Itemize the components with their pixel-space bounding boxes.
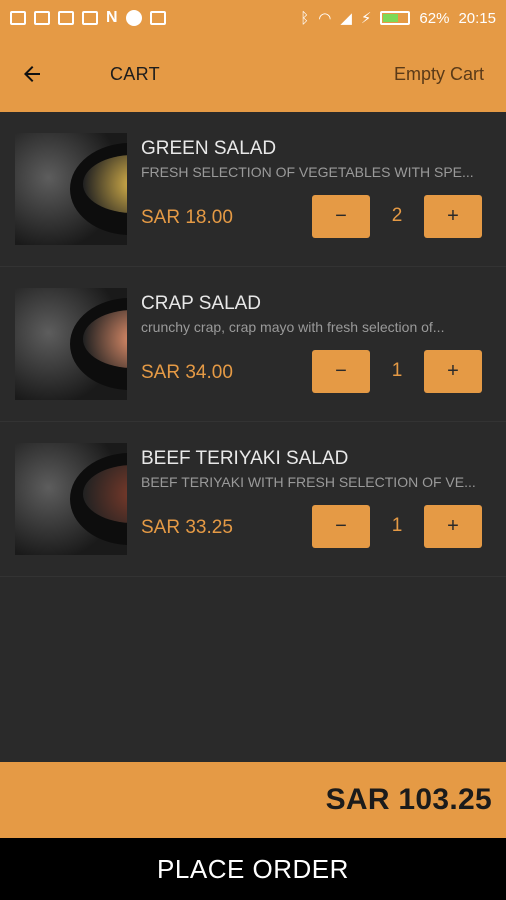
- app-bar: CART Empty Cart: [0, 36, 506, 112]
- battery-percent: 62%: [419, 9, 450, 27]
- signal-icon: ◢: [340, 10, 352, 27]
- increase-quantity-button[interactable]: +: [424, 350, 482, 393]
- arrow-left-icon: [24, 66, 40, 82]
- product-image: [15, 133, 127, 245]
- item-price: SAR 34.00: [141, 362, 233, 383]
- increase-quantity-button[interactable]: +: [424, 195, 482, 238]
- place-order-button[interactable]: PLACE ORDER: [0, 838, 506, 900]
- image-icon: [82, 11, 98, 25]
- cake-icon: [58, 11, 74, 25]
- message-icon: [34, 11, 50, 25]
- decrease-quantity-button[interactable]: −: [312, 505, 370, 548]
- quantity-value: 1: [391, 515, 403, 536]
- decrease-quantity-button[interactable]: −: [312, 350, 370, 393]
- item-price: SAR 33.25: [141, 517, 233, 538]
- notification-icon: [10, 11, 26, 25]
- item-description: FRESH SELECTION OF VEGETABLES WITH SPE..…: [141, 164, 474, 180]
- battery-icon: [380, 11, 411, 25]
- cart-item-green-salad: GREEN SALAD FRESH SELECTION OF VEGETABLE…: [0, 112, 506, 267]
- charging-icon: ⚡: [360, 10, 372, 27]
- page-title: CART: [110, 63, 160, 84]
- status-left-icons: N: [10, 9, 166, 27]
- status-right-icons: ᛒ ◠ ◢ ⚡ 62% 20:15: [300, 9, 496, 28]
- cart-item-list: GREEN SALAD FRESH SELECTION OF VEGETABLE…: [0, 112, 506, 577]
- circle-icon: [125, 10, 142, 26]
- empty-cart-button[interactable]: Empty Cart: [394, 64, 484, 85]
- item-price: SAR 18.00: [141, 207, 233, 228]
- status-bar: N ᛒ ◠ ◢ ⚡ 62% 20:15: [0, 0, 506, 36]
- cart-total-bar: SAR 103.25: [0, 762, 506, 838]
- product-image: [15, 288, 127, 400]
- cart-total: SAR 103.25: [325, 783, 492, 816]
- quantity-value: 1: [391, 360, 403, 381]
- battery-fill: [383, 14, 398, 22]
- clock: 20:15: [458, 9, 496, 27]
- item-name: BEEF TERIYAKI SALAD: [141, 448, 349, 469]
- increase-quantity-button[interactable]: +: [424, 505, 482, 548]
- back-button[interactable]: [0, 36, 64, 112]
- cart-item-beef-teriyaki-salad: BEEF TERIYAKI SALAD BEEF TERIYAKI WITH F…: [0, 422, 506, 577]
- quantity-value: 2: [391, 205, 403, 226]
- item-description: crunchy crap, crap mayo with fresh selec…: [141, 319, 445, 335]
- wifi-icon: ◠: [318, 10, 332, 27]
- product-image: [15, 443, 127, 555]
- item-description: BEEF TERIYAKI WITH FRESH SELECTION OF VE…: [141, 474, 476, 490]
- item-name: CRAP SALAD: [141, 293, 262, 314]
- cart-item-crap-salad: CRAP SALAD crunchy crap, crap mayo with …: [0, 267, 506, 422]
- bluetooth-icon: ᛒ: [300, 9, 310, 27]
- flag-icon: [149, 11, 166, 25]
- decrease-quantity-button[interactable]: −: [312, 195, 370, 238]
- item-name: GREEN SALAD: [141, 138, 277, 159]
- n-notification-icon: N: [106, 9, 118, 26]
